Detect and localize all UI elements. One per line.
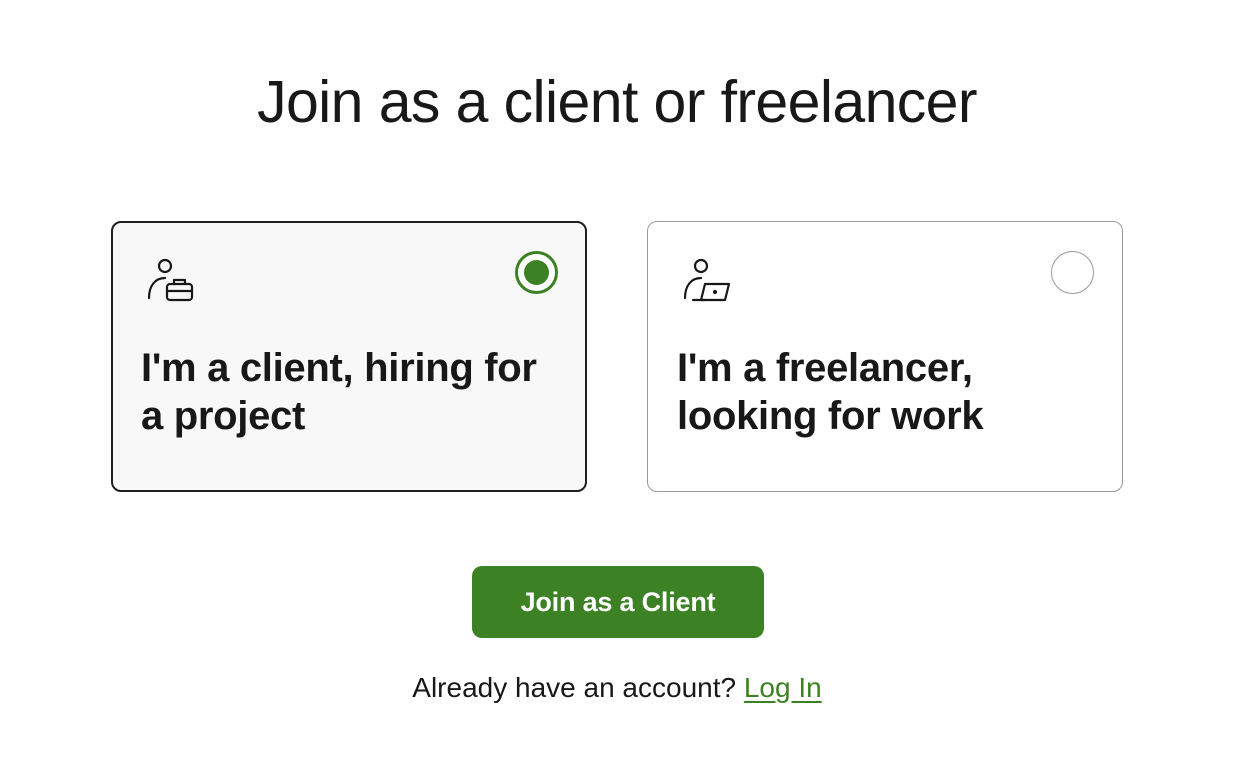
page-title: Join as a client or freelancer [257,69,977,135]
client-option-card[interactable]: I'm a client, hiring for a project [111,221,587,492]
client-option-label: I'm a client, hiring for a project [141,346,537,438]
login-prompt-text: Already have an account? [412,672,737,703]
login-prompt: Already have an account? Log In [0,670,1234,706]
person-briefcase-icon [145,256,197,308]
person-laptop-icon [681,256,733,308]
login-link[interactable]: Log In [744,672,822,703]
join-as-client-button[interactable]: Join as a Client [472,566,764,638]
client-radio-button[interactable] [515,251,558,294]
freelancer-option-label: I'm a freelancer, looking for work [677,346,984,438]
freelancer-option-card[interactable]: I'm a freelancer, looking for work [647,221,1123,492]
freelancer-radio-button[interactable] [1051,251,1094,294]
